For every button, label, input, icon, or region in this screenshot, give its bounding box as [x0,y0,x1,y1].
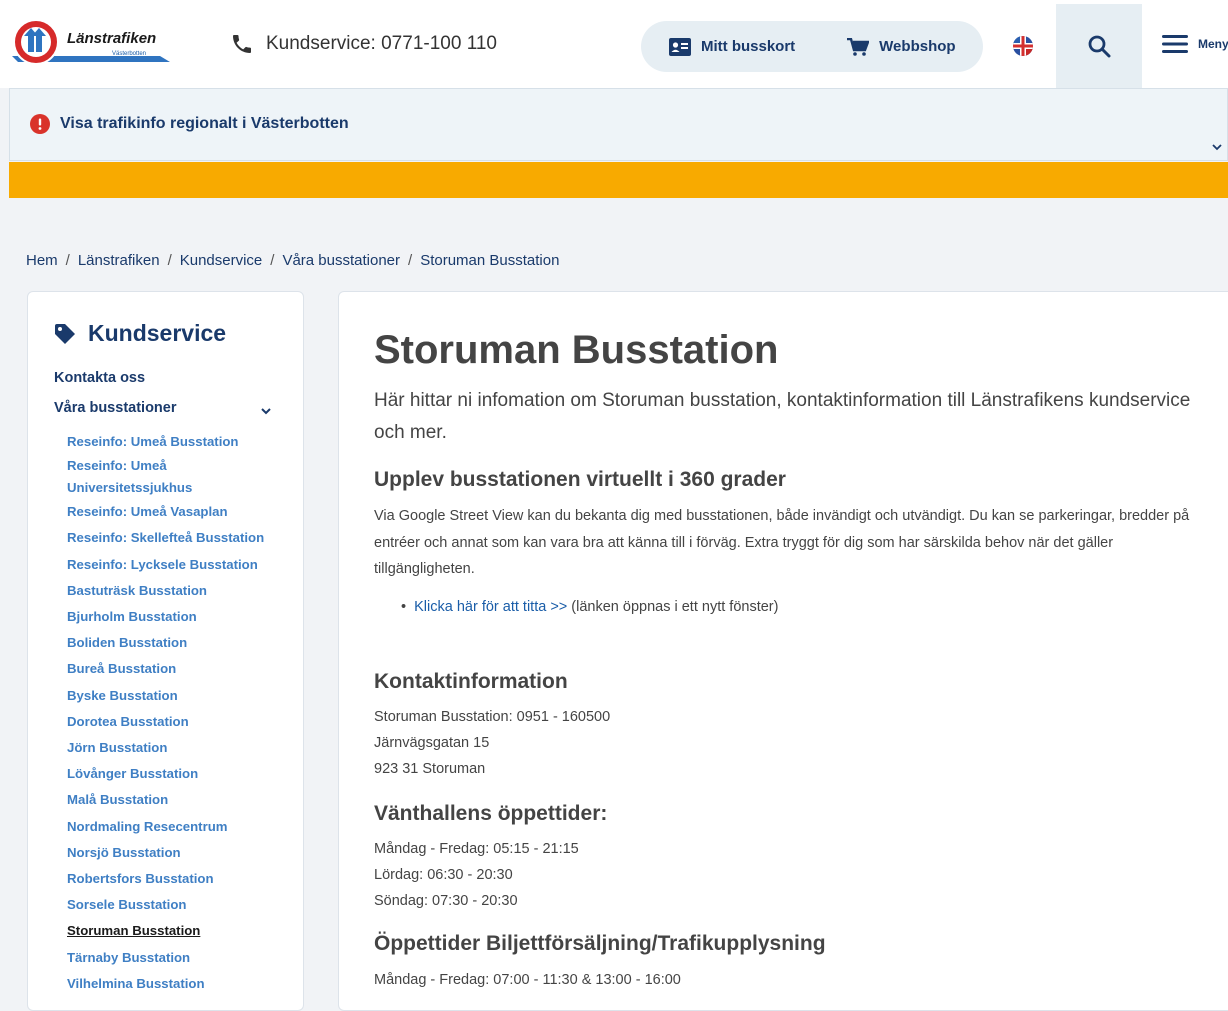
webbshop-button[interactable]: Webbshop [795,37,956,56]
ticket-office-hours: Måndag - Fredag: 07:00 - 11:30 & 13:00 -… [374,967,681,993]
link-note: (länken öppnas i ett nytt fönster) [567,599,779,615]
breadcrumb-kundservice[interactable]: Kundservice [180,252,263,269]
street-view-bullet: • Klicka här för att titta >> (länken öp… [401,599,778,615]
alert-icon [30,114,50,134]
sidebar-item-byske[interactable]: Byske Busstation [67,683,297,709]
sidebar-item-boliden[interactable]: Boliden Busstation [67,630,297,656]
page-title: Storuman Busstation [374,328,779,372]
traffic-info-banner[interactable]: Visa trafikinfo regionalt i Västerbotten [9,88,1228,161]
heading-biljettforsaljning: Öppettider Biljettförsäljning/Trafikuppl… [374,932,826,955]
mitt-busskort-label: Mitt busskort [701,38,796,55]
bullet-dot: • [401,599,415,615]
contact-details: Storuman Busstation: 0951 - 160500 Järnv… [374,704,610,782]
menu-button[interactable]: Meny [1162,35,1228,53]
logo-text: Länstrafiken [67,30,157,47]
waiting-hall-hours: Måndag - Fredag: 05:15 - 21:15 Lördag: 0… [374,836,579,914]
busstation-list: Reseinfo: Umeå Busstation Reseinfo: Umeå… [67,429,297,997]
breadcrumb-hem[interactable]: Hem [26,252,58,269]
sidebar-item-sorsele[interactable]: Sorsele Busstation [67,892,297,918]
language-flag-icon[interactable] [1012,35,1034,57]
chevron-down-icon[interactable] [1211,141,1223,153]
sidebar-item-dorotea[interactable]: Dorotea Busstation [67,709,297,735]
street-view-link[interactable]: Klicka här för att titta >> [414,599,567,615]
sidebar-item-umea-vasaplan[interactable]: Reseinfo: Umeå Vasaplan [67,499,297,525]
heading-virtual: Upplev busstationen virtuellt i 360 grad… [374,468,786,491]
sidebar-nav: Kundservice Kontakta oss Våra busstation… [27,291,304,1011]
contact-street: Järnvägsgatan 15 [374,735,490,751]
sidebar-item-lovanger[interactable]: Lövånger Busstation [67,761,297,787]
search-icon [1088,35,1111,58]
mitt-busskort-button[interactable]: Mitt busskort [641,37,796,56]
breadcrumb-lanstrafiken[interactable]: Länstrafiken [78,252,160,269]
customer-service-phone[interactable]: Kundservice: 0771-100 110 [230,32,497,56]
phone-icon [233,35,251,53]
sidebar-item-vilhelmina[interactable]: Vilhelmina Busstation [67,971,297,997]
sidebar-item-bastutrask[interactable]: Bastuträsk Busstation [67,578,297,604]
lanstrafiken-logo[interactable]: Länstrafiken Västerbotten [10,18,170,70]
sidebar-item-nordmaling[interactable]: Nordmaling Resecentrum [67,814,297,840]
id-card-icon [669,37,691,56]
phone-label: Kundservice: 0771-100 110 [266,33,497,54]
sidebar-item-robertsfors[interactable]: Robertsfors Busstation [67,866,297,892]
tag-icon [55,323,75,344]
hours-sunday: Söndag: 07:30 - 20:30 [374,893,518,909]
heading-vanthall: Vänthallens öppettider: [374,802,608,825]
breadcrumb-separator: / [408,252,413,269]
paragraph-virtual: Via Google Street View kan du bekanta di… [374,508,1190,577]
sidebar-item-umea-universitetssjukhus[interactable]: Reseinfo: Umeå Universitetssjukhus [67,455,227,499]
traffic-info-label: Visa trafikinfo regionalt i Västerbotten [60,115,349,132]
logo-subtext: Västerbotten [112,51,147,57]
shopping-cart-icon [847,37,870,56]
breadcrumb-current[interactable]: Storuman Busstation [420,252,559,269]
contact-postal: 923 31 Storuman [374,761,486,777]
sidebar-item-skelleftea[interactable]: Reseinfo: Skellefteå Busstation [67,525,297,551]
breadcrumb-vara-busstationer[interactable]: Våra busstationer [282,252,400,269]
breadcrumb-separator: / [65,252,70,269]
account-shop-group: Mitt busskort Webbshop [641,21,983,72]
sidebar-item-kontakta-oss[interactable]: Kontakta oss [54,370,145,386]
sidebar-title: Kundservice [54,320,226,347]
hours-weekday: Måndag - Fredag: 05:15 - 21:15 [374,841,579,857]
sidebar-title-label: Kundservice [88,320,227,346]
search-button[interactable] [1056,4,1142,88]
orange-divider [9,162,1228,198]
main-content: Storuman Busstation Här hittar ni infoma… [338,291,1228,1011]
breadcrumb-separator: / [167,252,172,269]
heading-kontaktinformation: Kontaktinformation [374,670,568,693]
sidebar-item-norsjo[interactable]: Norsjö Busstation [67,840,297,866]
traffic-info-toggle[interactable]: Visa trafikinfo regionalt i Västerbotten [30,114,349,134]
hamburger-icon [1162,35,1188,53]
sidebar-item-mala[interactable]: Malå Busstation [67,787,297,813]
menu-label: Meny [1198,37,1228,51]
chevron-down-icon[interactable] [260,405,272,417]
breadcrumb: Hem / Länstrafiken / Kundservice / Våra … [26,252,559,269]
sidebar-item-burea[interactable]: Bureå Busstation [67,656,297,682]
sidebar-item-bjurholm[interactable]: Bjurholm Busstation [67,604,297,630]
webbshop-label: Webbshop [879,38,956,55]
sidebar-item-tarnaby[interactable]: Tärnaby Busstation [67,945,297,971]
sidebar-item-lycksele[interactable]: Reseinfo: Lycksele Busstation [67,552,297,578]
site-header: Länstrafiken Västerbotten Kundservice: 0… [0,0,1228,88]
sidebar-item-jorn[interactable]: Jörn Busstation [67,735,297,761]
breadcrumb-separator: / [270,252,275,269]
contact-phone: Storuman Busstation: 0951 - 160500 [374,709,611,725]
sidebar-item-storuman[interactable]: Storuman Busstation [67,918,297,944]
hours-saturday: Lördag: 06:30 - 20:30 [374,867,513,883]
sidebar-item-umea-busstation[interactable]: Reseinfo: Umeå Busstation [67,429,297,455]
lead-paragraph: Här hittar ni infomation om Storuman bus… [374,390,1191,443]
ticket-hours-weekday: Måndag - Fredag: 07:00 - 11:30 & 13:00 -… [374,972,681,988]
sidebar-item-vara-busstationer[interactable]: Våra busstationer [54,400,177,416]
